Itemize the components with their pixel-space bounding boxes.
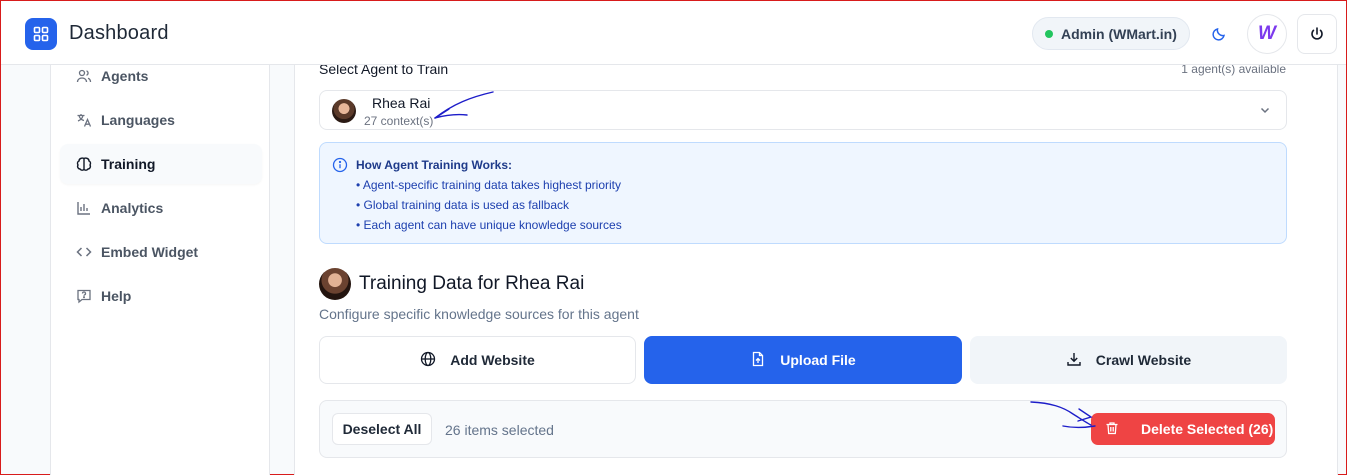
sidebar-item-embed-widget[interactable]: Embed Widget — [60, 232, 262, 272]
sidebar-item-languages[interactable]: Languages — [60, 100, 262, 140]
sidebar-item-label: Embed Widget — [101, 244, 199, 260]
deselect-all-button[interactable]: Deselect All — [332, 413, 432, 445]
sidebar: Agents Languages Training Analytics Embe… — [50, 65, 270, 475]
file-upload-icon — [750, 351, 766, 370]
crawl-website-label: Crawl Website — [1095, 352, 1192, 368]
info-line: • Each agent can have unique knowledge s… — [356, 218, 622, 232]
add-website-label: Add Website — [450, 352, 535, 368]
code-icon — [76, 244, 92, 260]
brand-avatar[interactable]: W — [1247, 14, 1287, 54]
sidebar-item-label: Help — [101, 288, 132, 304]
sidebar-item-label: Agents — [101, 68, 149, 84]
delete-selected-button[interactable]: Delete Selected (26) — [1091, 413, 1275, 445]
sidebar-item-analytics[interactable]: Analytics — [60, 188, 262, 228]
logout-power-icon[interactable] — [1297, 14, 1337, 54]
add-website-button[interactable]: Add Website — [319, 336, 636, 384]
selected-agent-name: Rhea Rai — [372, 95, 431, 111]
upload-file-button[interactable]: Upload File — [644, 336, 962, 384]
delete-selected-label: Delete Selected (26) — [1141, 421, 1274, 437]
top-bar: Dashboard Admin (WMart.in) W — [1, 1, 1346, 65]
globe-icon — [420, 351, 436, 370]
users-icon — [76, 68, 92, 84]
brand-avatar-letter: W — [1258, 23, 1276, 44]
translate-icon — [76, 112, 92, 128]
theme-toggle-moon-icon[interactable] — [1204, 19, 1234, 49]
upload-file-label: Upload File — [780, 352, 856, 368]
online-status-dot — [1045, 29, 1053, 38]
download-icon — [1066, 351, 1082, 370]
sidebar-item-help[interactable]: Help — [60, 276, 262, 316]
info-icon — [332, 157, 348, 178]
agent-avatar — [332, 99, 356, 123]
info-line: • Agent-specific training data takes hig… — [356, 178, 622, 192]
training-data-subtitle: Configure specific knowledge sources for… — [319, 306, 639, 322]
training-info-box: How Agent Training Works: • Agent-specif… — [319, 142, 1287, 244]
app-title: Dashboard — [69, 22, 169, 44]
sidebar-item-label: Training — [101, 156, 156, 172]
agent-select-dropdown[interactable]: Rhea Rai 27 context(s) — [319, 90, 1287, 130]
info-title: How Agent Training Works: — [356, 158, 513, 172]
sidebar-item-training[interactable]: Training — [60, 144, 262, 184]
training-data-title: Training Data for Rhea Rai — [359, 273, 585, 294]
admin-badge[interactable]: Admin (WMart.in) — [1032, 17, 1190, 50]
dashboard-logo-icon[interactable] — [25, 18, 57, 50]
info-line: • Global training data is used as fallba… — [356, 198, 569, 212]
brain-icon — [76, 156, 92, 172]
admin-label: Admin (WMart.in) — [1061, 25, 1177, 42]
crawl-website-button[interactable]: Crawl Website — [970, 336, 1287, 384]
sidebar-item-label: Analytics — [101, 200, 164, 216]
sidebar-item-label: Languages — [101, 112, 175, 128]
selected-items-count: 26 items selected — [445, 422, 554, 438]
selection-bar: Deselect All 26 items selected Delete Se… — [319, 400, 1287, 458]
chevron-down-icon — [1258, 103, 1272, 122]
bar-chart-icon — [76, 200, 92, 216]
trash-icon — [1105, 421, 1119, 438]
selected-agent-contexts: 27 context(s) — [364, 114, 434, 128]
help-chat-icon — [76, 288, 92, 304]
agent-avatar-large — [319, 268, 351, 300]
